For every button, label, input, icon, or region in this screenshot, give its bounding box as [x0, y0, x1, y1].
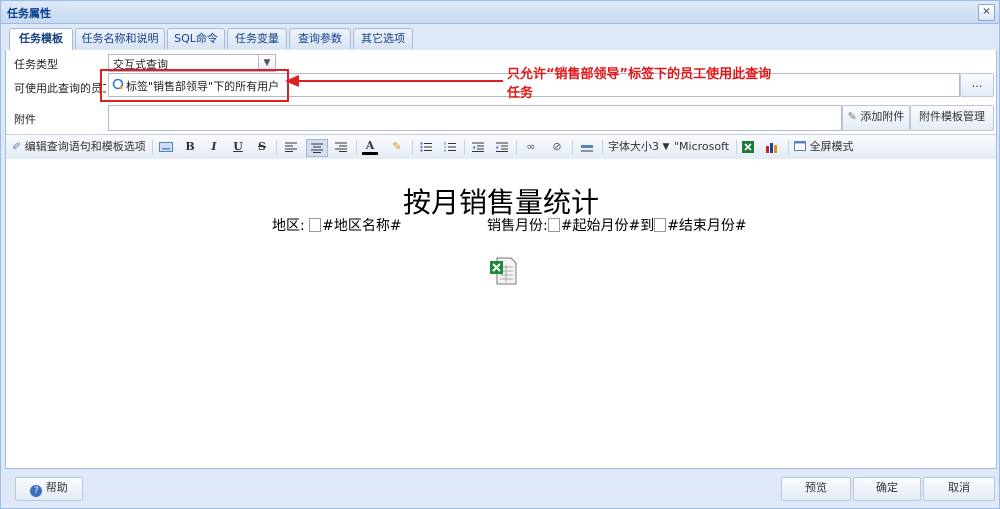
- toolbar-separator: [602, 140, 603, 154]
- font-name-select[interactable]: "Microsoft Ya: [674, 139, 732, 155]
- excel-icon[interactable]: [740, 139, 756, 155]
- placeholder-box: [654, 218, 667, 232]
- underline-button[interactable]: U: [230, 139, 246, 155]
- chart-icon[interactable]: [764, 139, 780, 155]
- placeholder-box: [309, 218, 322, 232]
- annotation-highlight-box: [100, 69, 289, 102]
- title-bar: 任务属性 ×: [1, 1, 999, 24]
- link-icon[interactable]: ∞: [522, 139, 540, 155]
- highlighter-icon[interactable]: ✎: [388, 139, 406, 155]
- horizontal-rule-icon[interactable]: [578, 139, 596, 155]
- excel-file-icon[interactable]: [489, 256, 517, 286]
- task-type-label: 任务类型: [14, 58, 58, 71]
- add-attachment-button[interactable]: ✎ 添加附件: [842, 105, 910, 131]
- fullscreen-icon: [794, 140, 810, 153]
- placeholder-box: [547, 218, 560, 232]
- toolbar-separator: [736, 140, 737, 154]
- chevron-down-icon[interactable]: ▼: [660, 139, 672, 155]
- fullscreen-button[interactable]: 全屏模式: [794, 139, 860, 155]
- tab-task-name[interactable]: 任务名称和说明: [75, 28, 165, 49]
- edit-query-button[interactable]: ✐ 编辑查询语句和模板选项: [12, 139, 148, 155]
- to-word: 到: [640, 218, 655, 234]
- region-variable: #地区名称#: [322, 218, 402, 234]
- help-button[interactable]: ? 帮助: [15, 477, 83, 501]
- pencil-icon: ✐: [12, 140, 22, 153]
- bold-button[interactable]: B: [182, 139, 198, 155]
- toolbar-separator: [572, 140, 573, 154]
- outdent-icon[interactable]: [470, 139, 486, 155]
- region-label: 地区:: [272, 218, 305, 234]
- edit-query-label: 编辑查询语句和模板选项: [24, 140, 146, 153]
- rich-text-editor[interactable]: 按月销售量统计 地区: #地区名称# 销售月份: #起始月份#到 #结束月份#: [6, 159, 996, 468]
- allowed-users-label: 可使用此查询的员工: [14, 82, 106, 95]
- add-attachment-label: 添加附件: [860, 110, 905, 123]
- unlink-icon[interactable]: ⊘: [548, 139, 566, 155]
- month-line: 销售月份: #起始月份#到 #结束月份#: [487, 215, 747, 235]
- toolbar-separator: [152, 140, 153, 154]
- tab-panel: 任务类型 交互式查询 ▼ 可使用此查询的员工 标签"销售部领导"下的所有用户 .…: [5, 50, 997, 469]
- start-month-variable: #起始月份#: [560, 218, 641, 234]
- manage-template-button[interactable]: 附件模板管理: [910, 105, 994, 131]
- toolbar-separator: [356, 140, 357, 154]
- align-center-icon[interactable]: [306, 139, 328, 157]
- annotation-line-2: 任务: [507, 86, 534, 101]
- numbered-list-icon[interactable]: [442, 139, 458, 155]
- tab-task-variables[interactable]: 任务变量: [227, 28, 287, 49]
- tab-sql-command[interactable]: SQL命令: [167, 28, 225, 49]
- editor-toolbar: ✐ 编辑查询语句和模板选项 B I U S A ✎ ∞ ⊘ 字体大小3 ▼ "M…: [6, 134, 996, 160]
- annotation-arrow: [285, 75, 503, 87]
- bullet-list-icon[interactable]: [418, 139, 434, 155]
- ok-button[interactable]: 确定: [853, 477, 921, 501]
- toolbar-separator: [412, 140, 413, 154]
- preview-button[interactable]: 预览: [781, 477, 851, 501]
- help-label: 帮助: [45, 481, 68, 494]
- attachment-field[interactable]: [108, 105, 842, 131]
- help-icon: ?: [30, 485, 43, 497]
- italic-button[interactable]: I: [206, 139, 222, 155]
- toolbar-separator: [516, 140, 517, 154]
- keyboard-icon[interactable]: [158, 139, 174, 155]
- attachment-label: 附件: [14, 113, 36, 126]
- tab-query-params[interactable]: 查询参数: [289, 28, 351, 49]
- paperclip-icon: ✎: [847, 110, 857, 123]
- tab-bar: 任务模板 任务名称和说明 SQL命令 任务变量 查询参数 其它选项: [5, 28, 995, 51]
- tab-task-template[interactable]: 任务模板: [9, 28, 73, 51]
- align-left-icon[interactable]: [282, 139, 300, 155]
- month-label: 销售月份:: [487, 218, 548, 234]
- annotation-line-1: 只允许“销售部领导”标签下的员工使用此查询: [507, 67, 772, 82]
- end-month-variable: #结束月份#: [667, 218, 747, 234]
- toolbar-separator: [464, 140, 465, 154]
- dialog-footer: ? 帮助 预览 确定 取消: [1, 469, 999, 508]
- window-title: 任务属性: [7, 7, 51, 20]
- font-size-select[interactable]: 字体大小3: [608, 139, 660, 155]
- cancel-button[interactable]: 取消: [923, 477, 995, 501]
- ellipsis-button[interactable]: ...: [960, 73, 994, 97]
- align-right-icon[interactable]: [332, 139, 350, 155]
- toolbar-separator: [276, 140, 277, 154]
- font-color-button[interactable]: A: [362, 139, 378, 155]
- annotation-text: 只允许“销售部领导”标签下的员工使用此查询 任务: [507, 65, 827, 103]
- tab-other-options[interactable]: 其它选项: [353, 28, 413, 49]
- fullscreen-label: 全屏模式: [809, 140, 854, 153]
- indent-icon[interactable]: [494, 139, 510, 155]
- strikethrough-button[interactable]: S: [254, 139, 270, 155]
- toolbar-separator: [788, 140, 789, 154]
- region-line: 地区: #地区名称#: [272, 215, 402, 235]
- close-button[interactable]: ×: [978, 4, 995, 21]
